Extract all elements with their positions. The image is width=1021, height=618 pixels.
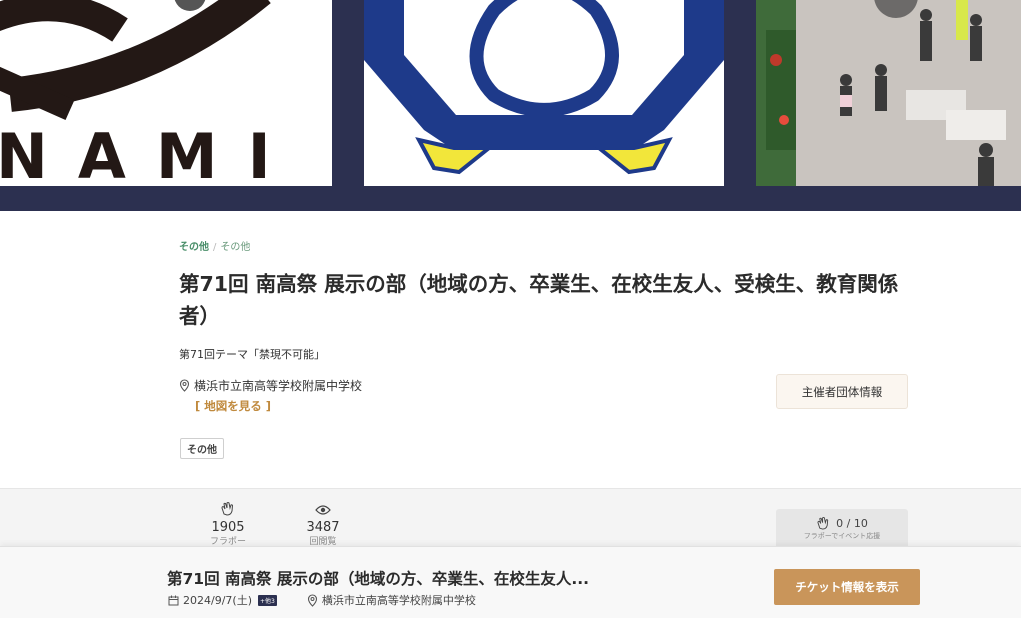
calendar-icon [168,595,179,605]
breadcrumb-separator: / [213,242,217,253]
footer-event-meta: 2024/9/7(土) +他3 横浜市立南高等学校附属中学校 [168,592,476,608]
map-pin-icon [307,593,317,607]
hero-image-logo[interactable]: NAMI [0,0,332,186]
organizer-info-button[interactable]: 主催者団体情報 [776,374,908,409]
footer-event-location: 横浜市立南高等学校附属中学校 [321,594,476,607]
view-map-link[interactable]: [ 地図を見る ] [195,398,271,414]
more-dates-badge: +他3 [258,594,277,606]
fan-count-value: 1905 [211,520,245,535]
event-location-text: 横浜市立南高等学校附属中学校 [194,379,363,393]
hero-banner: NAMI [0,0,1021,211]
event-theme: 第71回テーマ「禁現不可能」 [179,348,325,361]
breadcrumb-parent[interactable]: その他 [179,242,209,253]
category-tag[interactable]: その他 [180,438,224,459]
eye-icon [315,505,331,515]
crowd-photo-graphic [756,0,1021,186]
event-location: 横浜市立南高等学校附属中学校 [179,377,362,394]
school-emblem-graphic [364,0,724,186]
logo-text: NAMI [0,120,301,187]
cheer-event-button[interactable]: 0 / 10 フラポーでイベント応援 [776,509,908,549]
map-pin-icon [179,379,190,392]
hero-image-crowd-photo[interactable] [756,0,1021,186]
clap-icon [817,517,829,530]
fan-count-stat: 1905 フラポー [193,501,263,548]
hero-image-emblem[interactable] [364,0,724,186]
view-count-stat: 3487 回閲覧 [288,501,358,548]
cheer-subtext: フラポーでイベント応援 [803,532,881,540]
view-count-value: 3487 [306,520,340,535]
cheer-count: 0 / 10 [836,517,868,530]
clap-icon [221,502,234,516]
event-title: 第71回 南高祭 展示の部（地域の方、卒業生、在校生友人、受検生、教育関係者） [179,272,899,328]
footer-event-date: 2024/9/7(土) [183,594,252,607]
sticky-footer-bar: 第71回 南高祭 展示の部（地域の方、卒業生、在校生友人... 2024/9/7… [0,546,1021,618]
show-ticket-info-button[interactable]: チケット情報を表示 [774,569,920,605]
footer-event-title: 第71回 南高祭 展示の部（地域の方、卒業生、在校生友人... [167,570,590,588]
breadcrumb: その他 / その他 [179,238,250,253]
breadcrumb-current[interactable]: その他 [220,242,250,253]
